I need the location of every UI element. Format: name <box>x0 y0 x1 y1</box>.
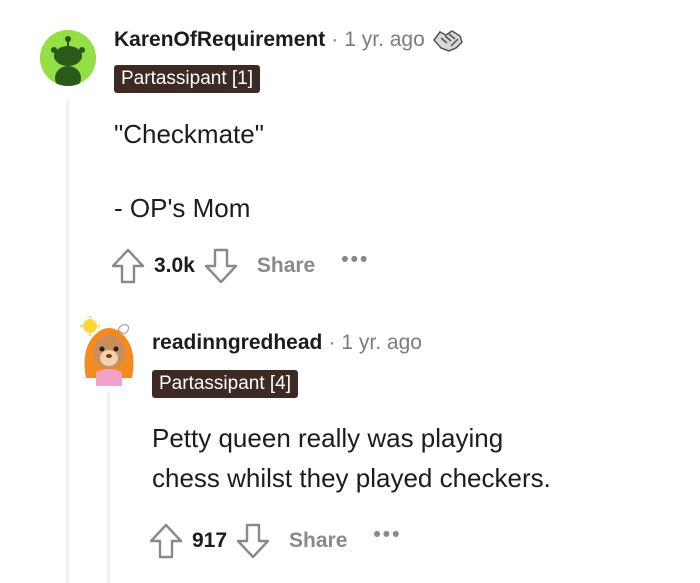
comment-actions: 917 Share ••• <box>148 522 401 560</box>
comment-body: Petty queen really was playing chess whi… <box>152 418 551 498</box>
comment-meta: KarenOfRequirement · 1 yr. ago <box>114 26 465 54</box>
avatar[interactable] <box>78 316 140 386</box>
vote-score: 3.0k <box>154 254 195 277</box>
comment-meta: readinngredhead · 1 yr. ago <box>152 331 422 355</box>
vote-score: 917 <box>192 529 228 552</box>
separator-dot: · <box>331 28 339 51</box>
username[interactable]: readinngredhead <box>152 331 322 355</box>
comment-actions: 3.0k Share ••• <box>110 247 369 285</box>
snoo-avatar-icon <box>40 30 96 86</box>
more-options-button[interactable]: ••• <box>341 248 369 272</box>
separator-dot: · <box>328 331 336 354</box>
comment-line: Petty queen really was playing <box>152 423 504 453</box>
upvote-arrow-icon[interactable] <box>148 522 184 560</box>
downvote-arrow-icon[interactable] <box>235 522 271 560</box>
thread-line[interactable] <box>66 100 69 583</box>
handshake-award-icon[interactable] <box>431 26 465 54</box>
redhead-avatar-icon <box>80 316 134 386</box>
timestamp[interactable]: 1 yr. ago <box>341 331 422 355</box>
upvote-arrow-icon[interactable] <box>110 247 146 285</box>
more-options-button[interactable]: ••• <box>373 523 401 547</box>
comment-line: chess whilst they played checkers. <box>152 463 551 493</box>
user-flair: Partassipant [1] <box>114 65 261 93</box>
comment-line: - OP's Mom <box>114 193 251 223</box>
share-button[interactable]: Share <box>257 254 315 278</box>
user-flair: Partassipant [4] <box>152 370 299 398</box>
downvote-arrow-icon[interactable] <box>203 247 239 285</box>
comment-body: "Checkmate" - OP's Mom <box>114 114 264 228</box>
share-button[interactable]: Share <box>289 529 347 553</box>
avatar[interactable] <box>40 30 96 86</box>
comment-line: "Checkmate" <box>114 119 264 149</box>
username[interactable]: KarenOfRequirement <box>114 28 325 52</box>
timestamp[interactable]: 1 yr. ago <box>344 28 425 52</box>
thread-line-nested[interactable] <box>107 392 110 583</box>
